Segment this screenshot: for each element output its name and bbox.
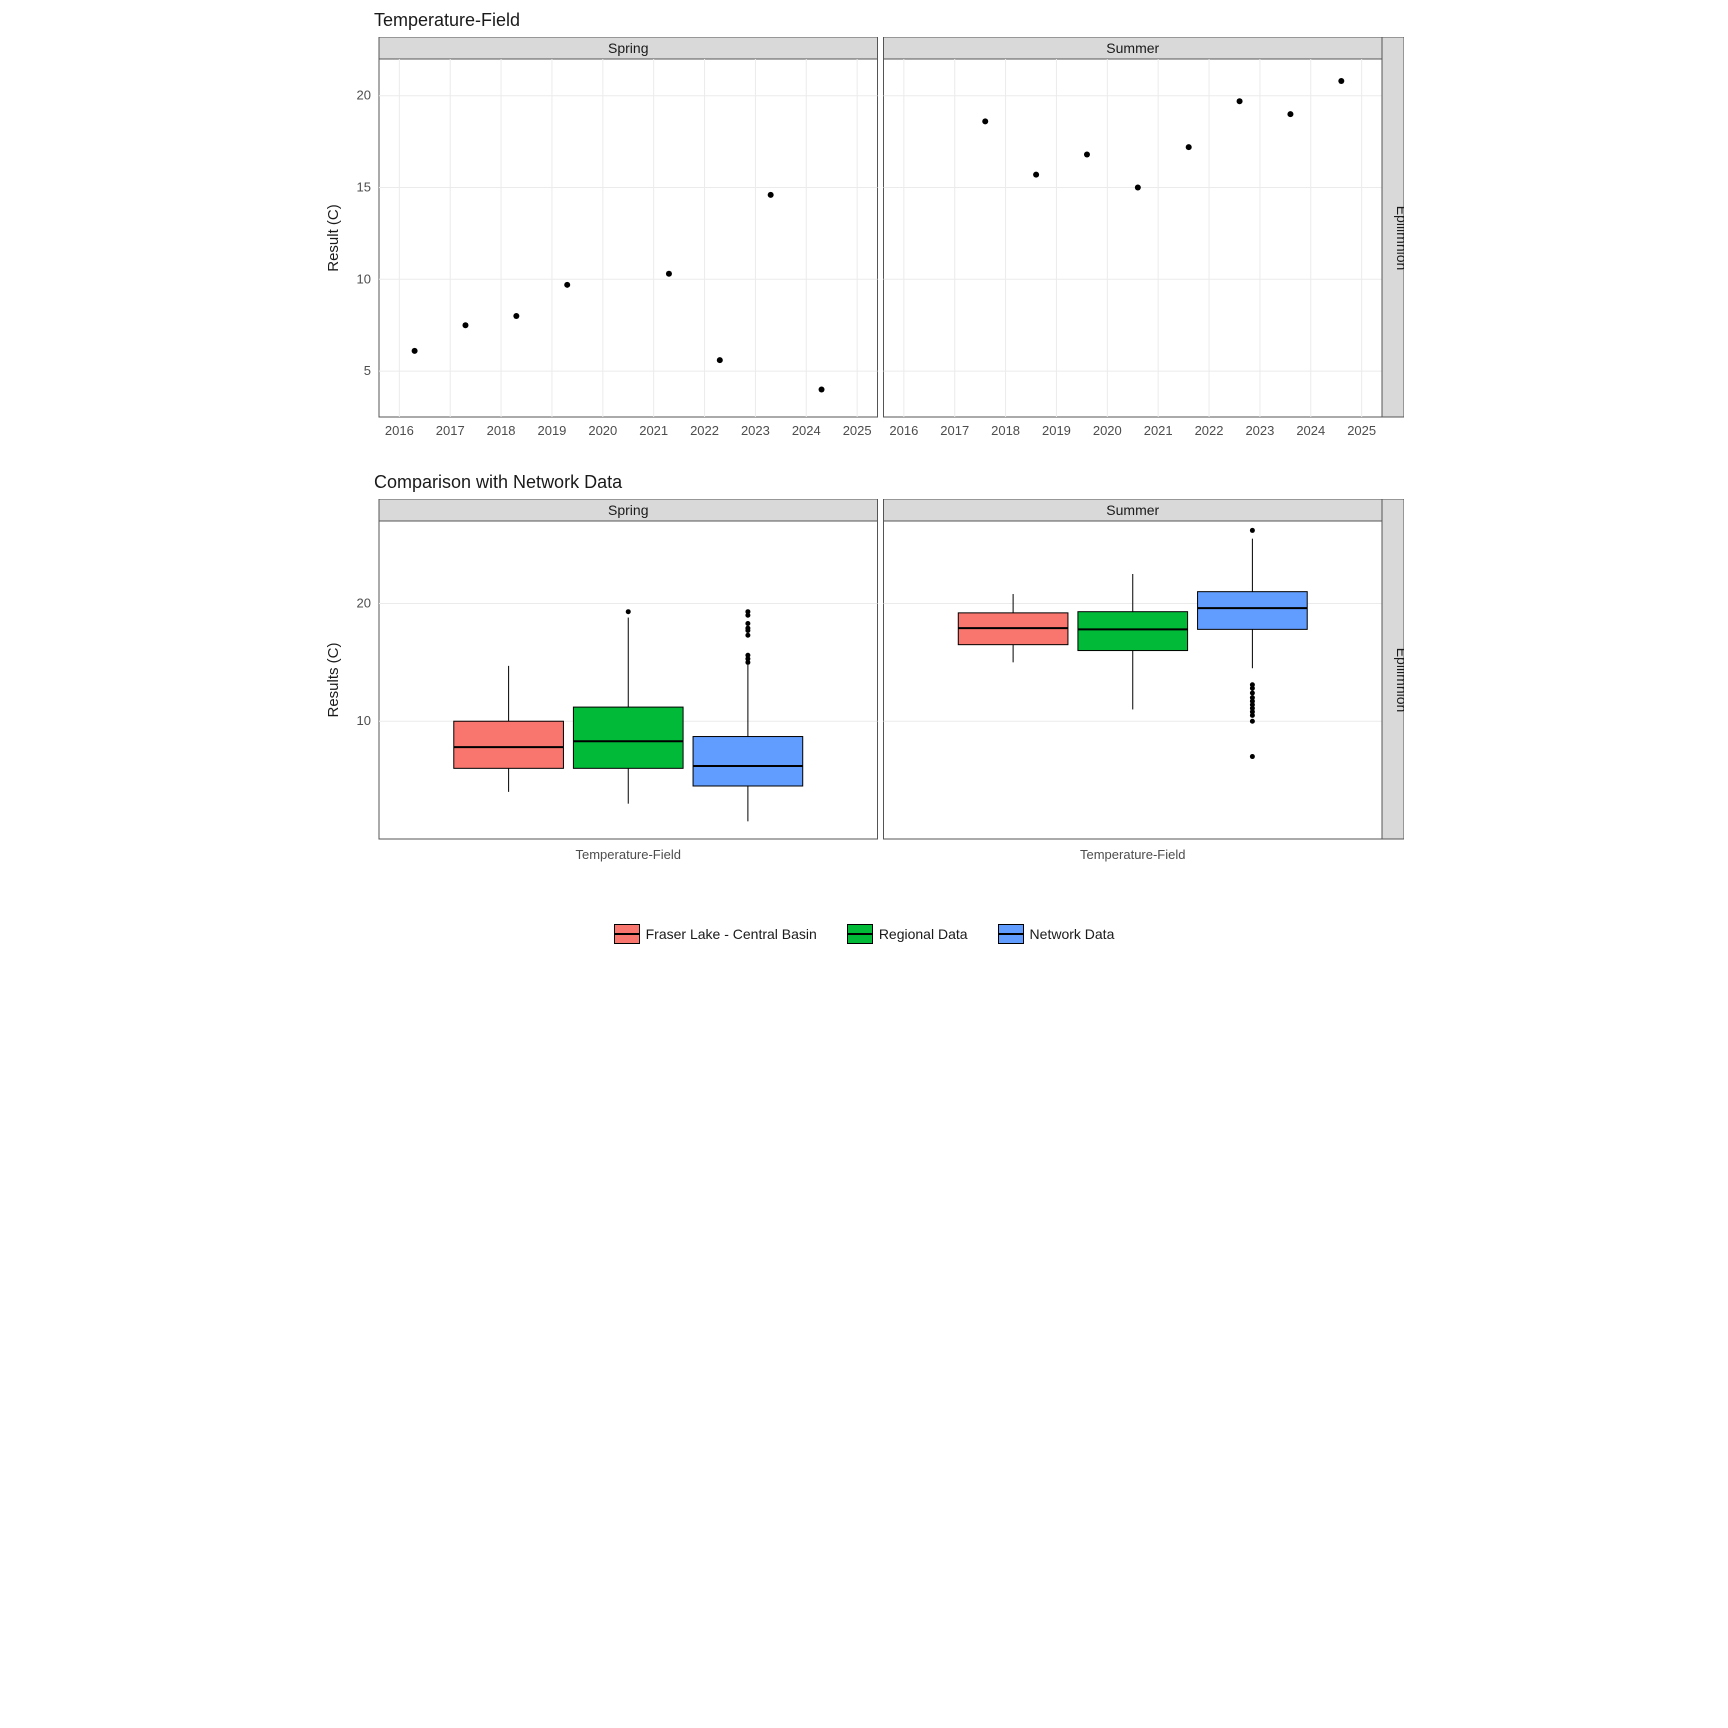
svg-text:2024: 2024 (792, 423, 821, 438)
chart2-title: Comparison with Network Data (374, 472, 1404, 493)
legend-label: Fraser Lake - Central Basin (646, 926, 817, 942)
svg-text:2018: 2018 (487, 423, 516, 438)
svg-text:15: 15 (357, 180, 371, 195)
svg-text:2018: 2018 (991, 423, 1020, 438)
figure-container: Temperature-Field Result (C) Spring 2016 20… (314, 0, 1414, 954)
svg-text:Temperature-Field: Temperature-Field (576, 847, 682, 862)
svg-text:Summer: Summer (1106, 502, 1159, 518)
legend: Fraser Lake - Central Basin Regional Dat… (324, 924, 1404, 944)
scatter-chart: Result (C) Spring 2016 2017 2018 2019 2020 2021… (324, 37, 1404, 447)
svg-text:2025: 2025 (1347, 423, 1376, 438)
svg-text:10: 10 (357, 713, 371, 728)
svg-text:20: 20 (357, 88, 371, 103)
svg-text:Spring: Spring (608, 40, 648, 56)
svg-text:2019: 2019 (537, 423, 566, 438)
svg-text:Result (C): Result (C) (325, 204, 342, 272)
legend-label: Regional Data (879, 926, 968, 942)
svg-text:2022: 2022 (690, 423, 719, 438)
svg-text:2023: 2023 (1245, 423, 1274, 438)
svg-text:20: 20 (357, 595, 371, 610)
svg-text:Temperature-Field: Temperature-Field (1080, 847, 1186, 862)
svg-text:2021: 2021 (1144, 423, 1173, 438)
svg-text:2017: 2017 (940, 423, 969, 438)
svg-text:2025: 2025 (843, 423, 872, 438)
svg-text:2019: 2019 (1042, 423, 1071, 438)
svg-text:Epilimnion: Epilimnion (1394, 206, 1404, 271)
svg-text:2021: 2021 (639, 423, 668, 438)
svg-text:Epilimnion: Epilimnion (1394, 648, 1404, 713)
svg-text:5: 5 (364, 363, 371, 378)
legend-item: Network Data (998, 924, 1115, 944)
chart1-title: Temperature-Field (374, 10, 1404, 31)
svg-text:Spring: Spring (608, 502, 648, 518)
svg-text:2017: 2017 (436, 423, 465, 438)
svg-text:2016: 2016 (385, 423, 414, 438)
svg-text:2022: 2022 (1195, 423, 1224, 438)
svg-text:2020: 2020 (1093, 423, 1122, 438)
legend-label: Network Data (1030, 926, 1115, 942)
svg-text:10: 10 (357, 271, 371, 286)
svg-text:2016: 2016 (889, 423, 918, 438)
legend-item: Regional Data (847, 924, 968, 944)
svg-text:Results (C): Results (C) (325, 642, 342, 717)
svg-text:2023: 2023 (741, 423, 770, 438)
legend-key-icon (614, 924, 640, 944)
box-chart: Results (C) Spring Temperature-Field Summer… (324, 499, 1404, 879)
svg-text:Summer: Summer (1106, 40, 1159, 56)
svg-text:2020: 2020 (588, 423, 617, 438)
legend-key-icon (847, 924, 873, 944)
svg-text:2024: 2024 (1296, 423, 1325, 438)
legend-item: Fraser Lake - Central Basin (614, 924, 817, 944)
legend-key-icon (998, 924, 1024, 944)
